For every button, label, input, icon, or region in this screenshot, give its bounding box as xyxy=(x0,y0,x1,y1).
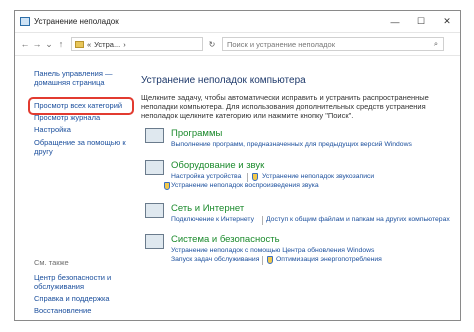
up-arrow-icon[interactable]: ↑ xyxy=(55,39,67,49)
control-panel-icon xyxy=(20,17,30,26)
link-separator xyxy=(262,256,263,265)
sidebar-item-security-center-cont[interactable]: обслуживания xyxy=(34,282,84,291)
maximize-button[interactable]: ☐ xyxy=(408,11,434,32)
folder-icon xyxy=(75,40,84,48)
category-title-hardware-sound[interactable]: Оборудование и звук xyxy=(171,160,264,171)
link-power-optimization[interactable]: Оптимизация энергопотребления xyxy=(276,256,382,263)
category-title-programs[interactable]: Программы xyxy=(171,128,222,139)
see-also-label: См. также xyxy=(34,258,69,267)
breadcrumb-chevron-icon[interactable]: › xyxy=(123,40,126,49)
system-security-icon xyxy=(145,234,164,249)
refresh-icon[interactable]: ↻ xyxy=(206,40,218,49)
sidebar-item-help-support[interactable]: Справка и поддержка xyxy=(34,294,110,303)
category-network-internet: Сеть и Интернет Подключение к Интернету … xyxy=(145,203,455,229)
back-arrow-icon[interactable]: ← xyxy=(19,39,31,49)
page-title: Устранение неполадок компьютера xyxy=(141,75,306,86)
highlight-annotation xyxy=(28,97,134,115)
link-recording-troubleshoot[interactable]: Устранение неполадок звукозаписи xyxy=(262,173,374,180)
sidebar-item-ask-friend-cont[interactable]: другу xyxy=(34,147,53,156)
network-globe-icon xyxy=(145,203,164,218)
admin-shield-icon xyxy=(252,173,258,181)
title-bar: Устранение неполадок — ☐ ✕ xyxy=(15,11,460,33)
sidebar-item-recovery[interactable]: Восстановление xyxy=(34,306,91,315)
link-configure-device[interactable]: Настройка устройства xyxy=(171,173,241,180)
link-windows-update-troubleshoot[interactable]: Устранение неполадок с помощью Центра об… xyxy=(171,247,374,254)
recent-locations-dropdown-icon[interactable]: ⌄ xyxy=(43,39,55,50)
search-input[interactable]: Поиск и устранение неполадок ⌕ xyxy=(222,37,444,51)
breadcrumb-overflow[interactable]: « xyxy=(87,40,91,49)
link-separator xyxy=(247,173,248,182)
hardware-sound-icon xyxy=(145,160,164,175)
category-title-network-internet[interactable]: Сеть и Интернет xyxy=(171,203,244,214)
sidebar-item-ask-friend[interactable]: Обращение за помощью к xyxy=(34,138,126,147)
sidebar-item-settings[interactable]: Настройка xyxy=(34,125,71,134)
page-description: Щелкните задачу, чтобы автоматически исп… xyxy=(141,93,429,120)
link-shared-folders[interactable]: Доступ к общим файлам и папкам на других… xyxy=(266,216,450,223)
sidebar-item-security-center[interactable]: Центр безопасности и xyxy=(34,273,111,282)
close-button[interactable]: ✕ xyxy=(434,11,460,32)
main-content: Устранение неполадок компьютера Щелкните… xyxy=(141,57,460,320)
sidebar-item-control-panel-home-cont[interactable]: домашняя страница xyxy=(34,78,105,87)
link-connect-internet[interactable]: Подключение к Интернету xyxy=(171,216,254,223)
category-programs: Программы Выполнение программ, предназна… xyxy=(145,128,455,154)
category-system-security: Система и безопасность Устранение непола… xyxy=(145,234,455,268)
search-placeholder: Поиск и устранение неполадок xyxy=(227,39,335,49)
search-icon[interactable]: ⌕ xyxy=(429,39,443,49)
admin-shield-icon xyxy=(164,182,170,190)
minimize-button[interactable]: — xyxy=(382,11,408,32)
programs-icon xyxy=(145,128,164,143)
address-bar: ← → ⌄ ↑ « Устра... › ↻ Поиск и устранени… xyxy=(15,33,460,56)
breadcrumb-current[interactable]: Устра... xyxy=(94,40,120,49)
admin-shield-icon xyxy=(267,256,273,264)
category-hardware-sound: Оборудование и звук Настройка устройства… xyxy=(145,160,455,194)
troubleshooting-window: Устранение неполадок — ☐ ✕ ← → ⌄ ↑ « Уст… xyxy=(14,10,461,321)
breadcrumb[interactable]: « Устра... › xyxy=(71,37,203,51)
link-run-old-programs[interactable]: Выполнение программ, предназначенных для… xyxy=(171,141,412,148)
link-separator xyxy=(262,216,263,225)
link-maintenance-tasks[interactable]: Запуск задач обслуживания xyxy=(171,256,259,263)
forward-arrow-icon[interactable]: → xyxy=(31,39,43,49)
link-playback-troubleshoot[interactable]: Устранение неполадок воспроизведения зву… xyxy=(171,182,319,189)
window-title: Устранение неполадок xyxy=(34,17,119,26)
sidebar-item-control-panel-home[interactable]: Панель управления — xyxy=(34,69,112,78)
category-title-system-security[interactable]: Система и безопасность xyxy=(171,234,280,245)
